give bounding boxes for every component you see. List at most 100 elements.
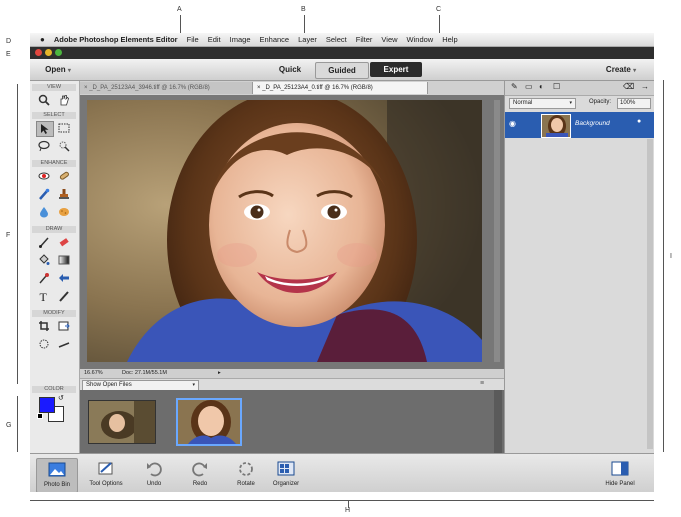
blur-tool-icon[interactable] [36, 205, 52, 219]
sponge-tool-icon[interactable] [56, 205, 72, 219]
crop-tool-icon[interactable] [36, 319, 52, 333]
close-tab-icon[interactable]: × [84, 85, 88, 91]
show-open-files-label: Show Open Files [86, 382, 132, 388]
content-aware-move-tool-icon[interactable] [36, 337, 52, 351]
menu-app-name[interactable]: Adobe Photoshop Elements Editor [54, 35, 178, 44]
swap-colors-icon[interactable]: ↺ [58, 394, 64, 402]
hide-panel-label: Hide Panel [605, 481, 635, 487]
document-tab[interactable]: × _D_PA_25123A4_3946.tiff @ 16.7% (RGB/8… [80, 82, 256, 94]
photo-bin-thumbnail[interactable] [88, 400, 156, 444]
marquee-tool-icon[interactable] [56, 121, 72, 135]
svg-text:T: T [40, 290, 48, 302]
panel-toolbar: ✎ ▭ ◐ ☐ ⌫ → [505, 81, 654, 96]
document-tab-label: _D_PA_25123A4_0.tiff @ 16.7% (RGB/8) [262, 85, 373, 91]
zoom-level[interactable]: 16.67% [84, 369, 103, 378]
gradient-tool-icon[interactable] [56, 253, 72, 267]
tool-options-button[interactable]: Tool Options [86, 458, 126, 491]
menu-view[interactable]: View [381, 35, 397, 44]
document-photo[interactable] [87, 100, 482, 362]
document-tab-active[interactable]: × _D_PA_25123A4_0.tiff @ 16.7% (RGB/8) [252, 82, 428, 94]
menu-image[interactable]: Image [230, 35, 251, 44]
photo-bin-label: Photo Bin [43, 482, 71, 488]
create-label: Create [605, 65, 631, 74]
foreground-color-swatch[interactable] [39, 397, 55, 413]
lock-icon[interactable]: ☐ [553, 82, 560, 91]
move-tool-icon[interactable] [36, 121, 54, 137]
spot-healing-tool-icon[interactable] [56, 169, 72, 183]
panel-menu-icon[interactable]: → [641, 82, 649, 91]
new-layer-icon[interactable]: ▭ [525, 82, 533, 91]
adjustment-layer-icon[interactable]: ◐ [539, 82, 544, 91]
mode-bar: Open ▾ Quick Guided Expert Create ▾ [30, 59, 654, 81]
zoom-window-button[interactable] [55, 49, 62, 56]
brush-icon[interactable]: ✎ [511, 82, 518, 91]
mode-quick-tab[interactable]: Quick [270, 62, 310, 77]
menu-edit[interactable]: Edit [208, 35, 221, 44]
organizer-icon [277, 461, 295, 476]
lasso-tool-icon[interactable] [36, 139, 52, 153]
canvas-area[interactable] [80, 95, 504, 369]
photo-bin-scrollbar[interactable] [494, 390, 502, 453]
callout-g: G [6, 422, 12, 429]
menu-file[interactable]: File [187, 35, 199, 44]
brush-tool-icon[interactable] [36, 235, 52, 249]
minimize-window-button[interactable] [45, 49, 52, 56]
clone-stamp-tool-icon[interactable] [56, 187, 72, 201]
eraser-tool-icon[interactable] [56, 235, 72, 249]
zoom-tool-icon[interactable] [36, 93, 52, 107]
status-menu-icon[interactable]: ▸ [218, 369, 221, 378]
red-eye-tool-icon[interactable] [36, 169, 52, 183]
recompose-tool-icon[interactable] [56, 319, 72, 333]
custom-shape-tool-icon[interactable] [56, 271, 72, 285]
layer-row-selected[interactable]: ◉ Background ● [505, 112, 654, 138]
mode-guided-tab[interactable]: Guided [315, 62, 369, 79]
redo-icon [192, 462, 207, 477]
organizer-button[interactable]: Organizer [266, 458, 306, 491]
create-button[interactable]: Create ▾ [596, 62, 646, 77]
hand-tool-icon[interactable] [56, 93, 72, 107]
chevron-down-icon: ▾ [67, 68, 71, 74]
title-bar [30, 47, 654, 59]
menu-enhance[interactable]: Enhance [260, 35, 290, 44]
close-tab-icon[interactable]: × [257, 85, 261, 91]
default-colors-icon[interactable] [37, 413, 43, 419]
type-tool-icon[interactable]: T [36, 289, 52, 303]
blend-mode-dropdown[interactable]: Normal ▾ [509, 98, 576, 109]
menu-help[interactable]: Help [442, 35, 457, 44]
document-size: Doc: 27.1M/55.1M [122, 370, 167, 376]
chevron-down-icon: ▾ [192, 382, 195, 388]
callout-a: A [177, 6, 182, 13]
open-button[interactable]: Open ▾ [38, 62, 78, 77]
smart-brush-tool-icon[interactable] [36, 187, 52, 201]
eyedropper-tool-icon[interactable] [36, 271, 52, 285]
layer-thumbnail [541, 114, 571, 138]
close-window-button[interactable] [35, 49, 42, 56]
bin-options-icon[interactable]: ≡ [480, 380, 484, 387]
eye-icon[interactable]: ◉ [509, 119, 516, 128]
redo-button[interactable]: Redo [180, 458, 220, 491]
menu-filter[interactable]: Filter [356, 35, 373, 44]
mode-expert-tab[interactable]: Expert [370, 62, 422, 77]
callout-e: E [6, 51, 11, 58]
opacity-value: 100% [620, 100, 636, 106]
paint-bucket-tool-icon[interactable] [36, 253, 52, 267]
apple-icon[interactable]: ● [40, 35, 45, 44]
pencil-tool-icon[interactable] [56, 289, 72, 303]
layer-name[interactable]: Background [575, 120, 610, 127]
menu-window[interactable]: Window [407, 35, 434, 44]
hide-panel-button[interactable]: Hide Panel [600, 458, 640, 491]
undo-button[interactable]: Undo [134, 458, 174, 491]
photo-bin-button[interactable]: Photo Bin [36, 458, 78, 492]
delete-layer-icon[interactable]: ⌫ [623, 82, 634, 91]
callout-f-bracket [17, 84, 18, 384]
straighten-tool-icon[interactable] [56, 337, 72, 351]
photo-bin-thumbnail-selected[interactable] [176, 398, 242, 446]
task-bar: Photo Bin Tool Options Undo Redo Rotate … [30, 453, 654, 492]
quick-selection-tool-icon[interactable] [56, 139, 72, 153]
menu-layer[interactable]: Layer [298, 35, 317, 44]
opacity-field[interactable]: 100% [617, 98, 651, 109]
canvas-scrollbar[interactable] [494, 100, 500, 362]
document-tab-row: × _D_PA_25123A4_3946.tiff @ 16.7% (RGB/8… [80, 81, 504, 96]
panel-scrollbar[interactable] [647, 139, 653, 449]
menu-select[interactable]: Select [326, 35, 347, 44]
